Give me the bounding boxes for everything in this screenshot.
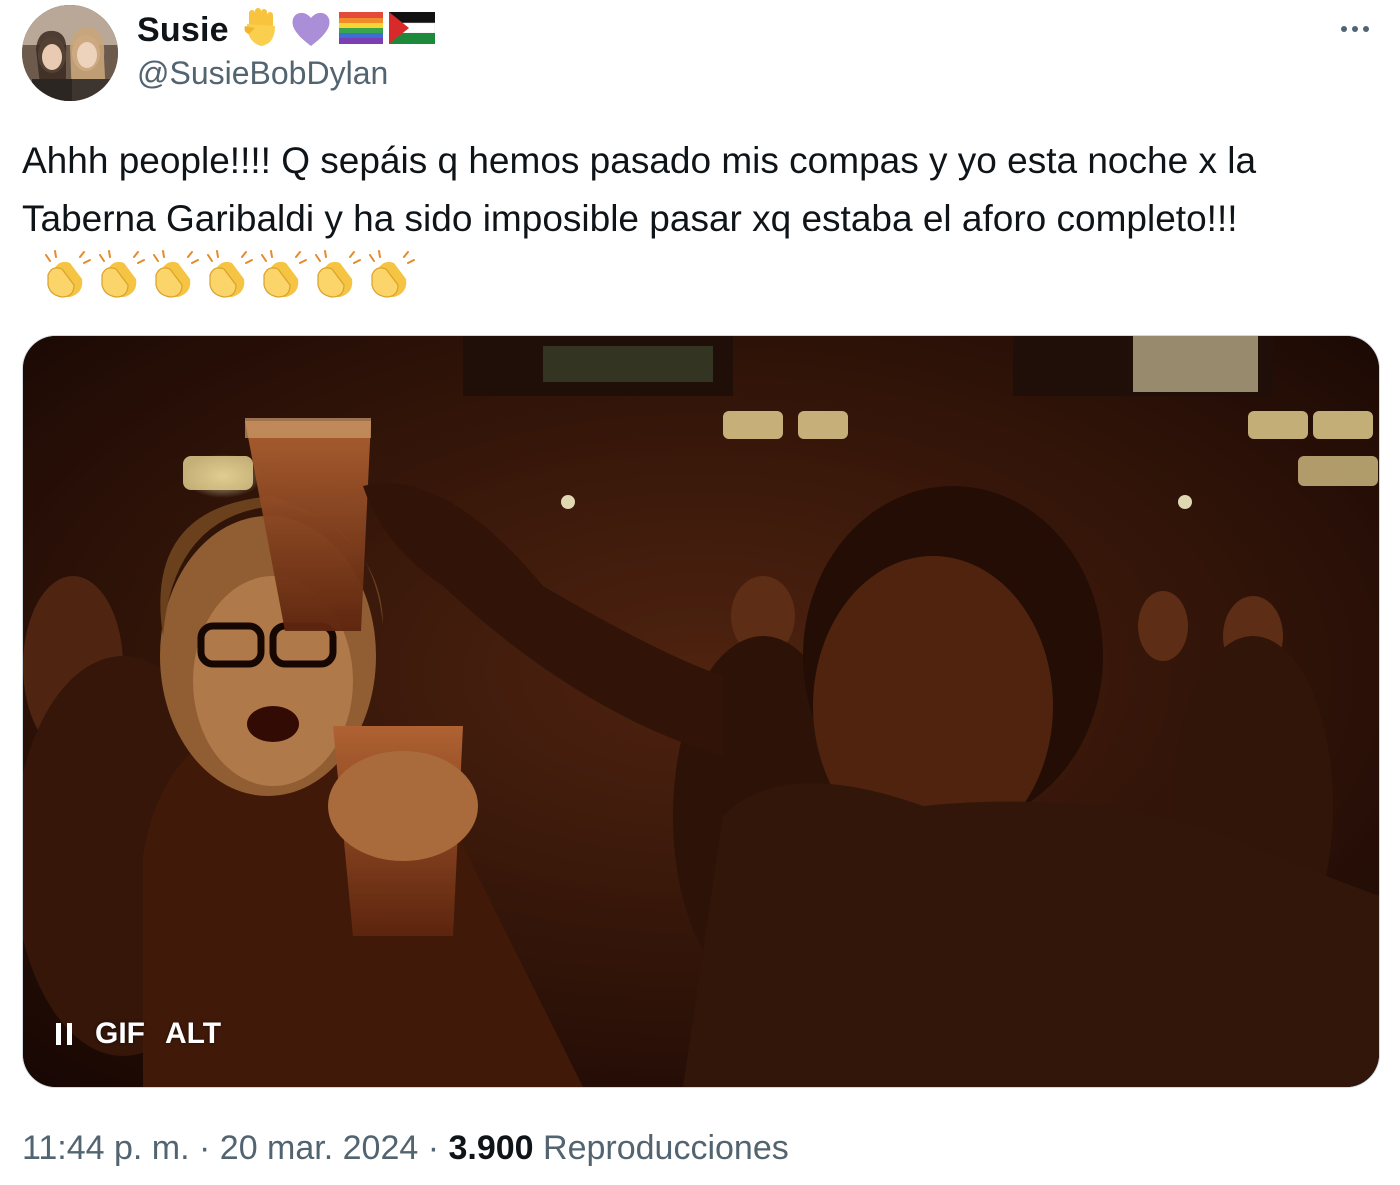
alt-button[interactable]: ALT [165,1017,221,1051]
clapping-hands-icon [261,250,307,298]
gif-frame-image [23,336,1379,1087]
handle[interactable]: @SusieBobDylan [137,55,388,92]
rainbow-flag-icon [338,10,383,51]
tweet-text-body: Ahhh people!!!! Q sepáis q hemos pasado … [22,140,1257,239]
avatar-image [22,5,118,101]
more-options-button[interactable] [1330,14,1380,44]
tweet: Susie @SusieBobDylan Ahhh people!!!! Q s… [0,0,1400,1185]
views-spacer [534,1129,543,1168]
tweet-time[interactable]: 11:44 p. m. [22,1129,190,1168]
clapping-hands-icon [45,250,91,298]
more-dot-icon [1341,26,1347,32]
more-dot-icon [1363,26,1369,32]
views-count: 3.900 [448,1128,534,1167]
more-dot-icon [1352,26,1358,32]
pause-icon[interactable] [53,1019,75,1049]
avatar[interactable] [22,5,118,101]
views-label: Reproducciones [543,1128,789,1167]
clapping-hands-icon [99,250,145,298]
clapping-hands-icon [153,250,199,298]
palestine-flag-icon [388,10,435,51]
clapping-hands-icon [207,250,253,298]
meta-separator: · [418,1128,449,1167]
raised-fist-icon [239,6,283,55]
clapping-hands-icon [315,250,361,298]
display-name-row[interactable]: Susie [137,6,435,55]
tweet-meta: 11:44 p. m. · 20 mar. 2024 · 3.900 Repro… [22,1126,789,1170]
tweet-text: Ahhh people!!!! Q sepáis q hemos pasado … [22,132,1382,306]
clapping-hands-icon [369,250,415,298]
media-gif[interactable]: GIF ALT [22,335,1380,1088]
display-name[interactable]: Susie [137,11,229,50]
media-controls: GIF ALT [53,1014,221,1054]
gif-badge: GIF [95,1017,145,1050]
purple-heart-icon [289,6,333,55]
tweet-date[interactable]: 20 mar. 2024 [220,1129,418,1168]
meta-separator: · [189,1128,220,1167]
clap-emoji-row [40,249,416,301]
